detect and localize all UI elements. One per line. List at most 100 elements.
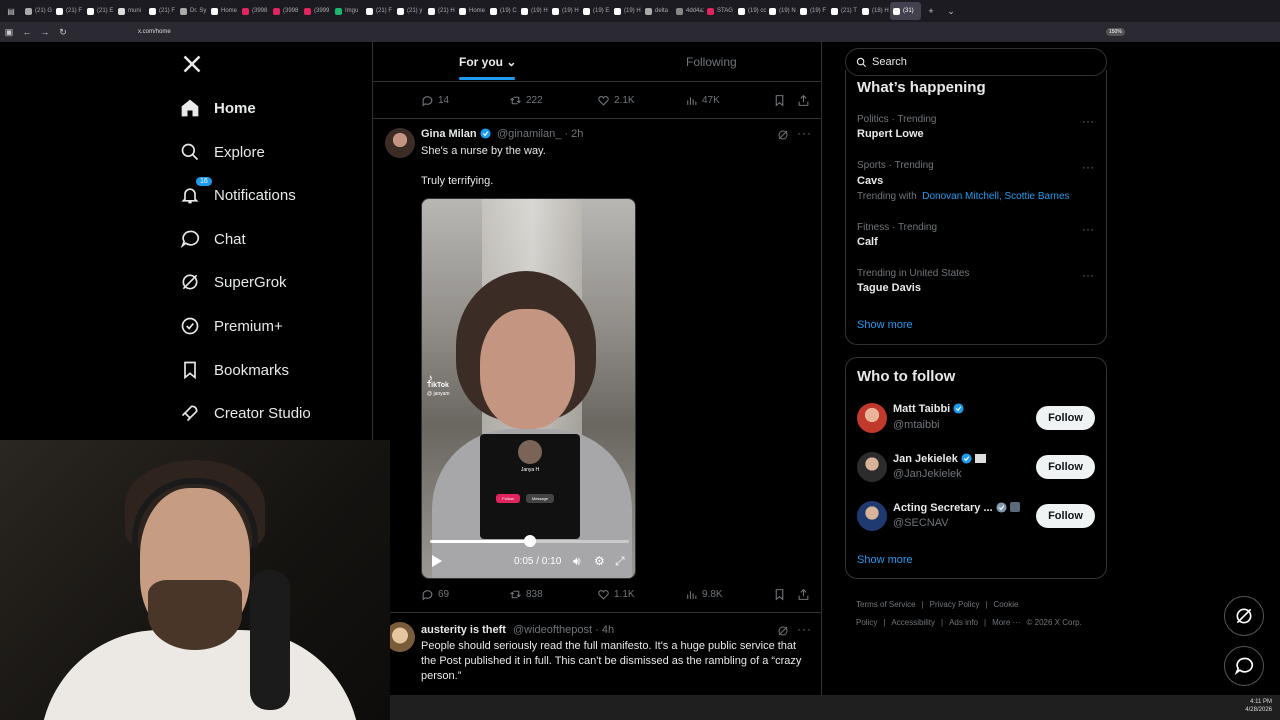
nav-premium[interactable]: Premium+ <box>180 316 283 336</box>
bookmark-button[interactable] <box>773 588 786 601</box>
trend-name[interactable]: Calf <box>857 236 878 248</box>
avatar[interactable] <box>857 452 887 482</box>
browser-tab[interactable]: (21) T <box>828 2 859 20</box>
x-logo-icon[interactable] <box>182 54 202 74</box>
grok-icon[interactable] <box>777 129 789 141</box>
browser-tab[interactable]: (21) F <box>363 2 394 20</box>
nav-home[interactable]: Home <box>180 98 256 118</box>
forward-icon[interactable]: → <box>36 27 54 37</box>
more-icon[interactable]: ··· <box>1082 222 1094 236</box>
tab-list-icon[interactable]: ▤ <box>0 7 22 16</box>
browser-tab[interactable]: (19) C <box>487 2 518 20</box>
follow-suggestion-name[interactable]: Matt Taibbi <box>893 403 964 415</box>
footer-link[interactable]: Ads info <box>949 618 978 627</box>
reply-button[interactable]: 69 <box>421 588 449 601</box>
video-progress-bar[interactable] <box>430 535 629 547</box>
play-icon[interactable] <box>432 555 442 567</box>
browser-tab[interactable]: (19) E <box>580 2 611 20</box>
browser-tab[interactable]: (21) F <box>146 2 177 20</box>
tab-overflow-icon[interactable]: ⌄ <box>941 6 961 17</box>
nav-supergrok[interactable]: SuperGrok <box>180 272 287 292</box>
volume-icon[interactable]: 🔊︎ <box>573 554 581 569</box>
browser-tab[interactable]: Home <box>456 2 487 20</box>
repost-button[interactable]: 222 <box>509 94 543 107</box>
nav-explore[interactable]: Explore <box>180 142 265 162</box>
browser-tab[interactable]: (19) cc <box>735 2 766 20</box>
footer-link[interactable]: Accessibility <box>891 618 935 627</box>
browser-tab[interactable]: (3999 <box>301 2 332 20</box>
follow-button[interactable]: Follow <box>1036 455 1095 479</box>
follow-suggestion-name[interactable]: Jan Jekielek <box>893 453 986 465</box>
trend-with-links[interactable]: Donovan Mitchell, Scottie Barnes <box>922 191 1069 202</box>
tab-following[interactable]: Following <box>686 55 737 69</box>
browser-tab[interactable]: (19) F <box>797 2 828 20</box>
trend-name[interactable]: Tague Davis <box>857 282 921 294</box>
url-field[interactable]: x.com/home <box>138 29 171 35</box>
more-icon[interactable]: ··· <box>797 622 812 636</box>
like-button[interactable]: 1.1K <box>597 588 635 601</box>
grok-icon[interactable] <box>777 625 789 637</box>
avatar[interactable] <box>857 501 887 531</box>
browser-tab[interactable]: Imgu <box>332 2 363 20</box>
browser-tab[interactable]: Home <box>208 2 239 20</box>
browser-tab[interactable]: STAG <box>704 2 735 20</box>
views-button[interactable]: 9.8K <box>685 588 723 601</box>
fullscreen-icon[interactable]: ⤢ <box>615 554 625 569</box>
follow-suggestion-name[interactable]: Acting Secretary ... <box>893 502 1020 514</box>
back-icon[interactable]: ← <box>18 27 36 37</box>
browser-tab[interactable]: (21) H <box>425 2 456 20</box>
reply-button[interactable]: 14 <box>421 94 449 107</box>
browser-tab[interactable]: Dr. Sy <box>177 2 208 20</box>
browser-tab[interactable]: muni <box>115 2 146 20</box>
browser-tab[interactable]: 4dd4a14 <box>673 2 704 20</box>
show-more-link[interactable]: Show more <box>857 319 913 331</box>
tweet-author-handle[interactable]: @ginamilan_ · 2h <box>497 128 583 140</box>
repost-button[interactable]: 838 <box>509 588 543 601</box>
trend-name[interactable]: Rupert Lowe <box>857 128 924 140</box>
nav-creator-studio[interactable]: Creator Studio <box>180 403 311 423</box>
browser-tab[interactable]: (19) H <box>611 2 642 20</box>
avatar[interactable] <box>857 403 887 433</box>
footer-link[interactable]: More ··· <box>992 618 1020 627</box>
tweet-author-handle[interactable]: @wideofthepost · 4h <box>513 624 614 636</box>
footer-link[interactable]: Terms of Service <box>856 600 916 609</box>
nav-chat[interactable]: Chat <box>180 229 246 249</box>
follow-button[interactable]: Follow <box>1036 504 1095 528</box>
more-icon[interactable]: ··· <box>1082 160 1094 174</box>
browser-tab[interactable]: (19) N <box>766 2 797 20</box>
tab-for-you[interactable]: For you ⌄ <box>459 55 516 69</box>
browser-tab[interactable]: (31) <box>890 2 921 20</box>
zoom-level[interactable]: 150% <box>1106 28 1125 36</box>
bookmark-button[interactable] <box>773 94 786 107</box>
browser-tab[interactable]: (3998 <box>239 2 270 20</box>
more-icon[interactable]: ··· <box>1082 268 1094 282</box>
footer-link[interactable]: Privacy Policy <box>930 600 980 609</box>
share-button[interactable] <box>797 94 810 107</box>
show-more-link[interactable]: Show more <box>857 554 913 566</box>
footer-link[interactable]: © 2026 X Corp. <box>1027 618 1082 627</box>
browser-tab[interactable]: (18) H <box>859 2 890 20</box>
browser-tab[interactable]: (21) E <box>84 2 115 20</box>
grok-fab[interactable] <box>1224 596 1264 636</box>
like-button[interactable]: 2.1K <box>597 94 635 107</box>
nav-notifications[interactable]: 16 Notifications <box>180 177 296 205</box>
new-tab-icon[interactable]: + <box>921 6 941 16</box>
views-button[interactable]: 47K <box>685 94 720 107</box>
more-icon[interactable]: ··· <box>1082 114 1094 128</box>
browser-tab[interactable]: (21) G <box>22 2 53 20</box>
sidebar-toggle-icon[interactable]: ▣ <box>0 27 18 38</box>
browser-tab[interactable]: (21) F <box>53 2 84 20</box>
more-icon[interactable]: ··· <box>797 126 812 140</box>
browser-tab[interactable]: (19) H <box>518 2 549 20</box>
tweet-author-name[interactable]: austerity is theft <box>421 624 506 636</box>
settings-icon[interactable]: ⚙ <box>594 554 605 568</box>
browser-tab[interactable]: (3998 <box>270 2 301 20</box>
tweet-author-name[interactable]: Gina Milan <box>421 128 491 140</box>
browser-tab[interactable]: (19) H <box>549 2 580 20</box>
system-clock[interactable]: 4:11 PM 4/28/2026 <box>1245 698 1272 714</box>
browser-tab[interactable]: (21) y <box>394 2 425 20</box>
avatar[interactable] <box>385 128 415 158</box>
messages-fab[interactable] <box>1224 646 1264 686</box>
share-button[interactable] <box>797 588 810 601</box>
video-scrubber-handle[interactable] <box>523 535 536 547</box>
